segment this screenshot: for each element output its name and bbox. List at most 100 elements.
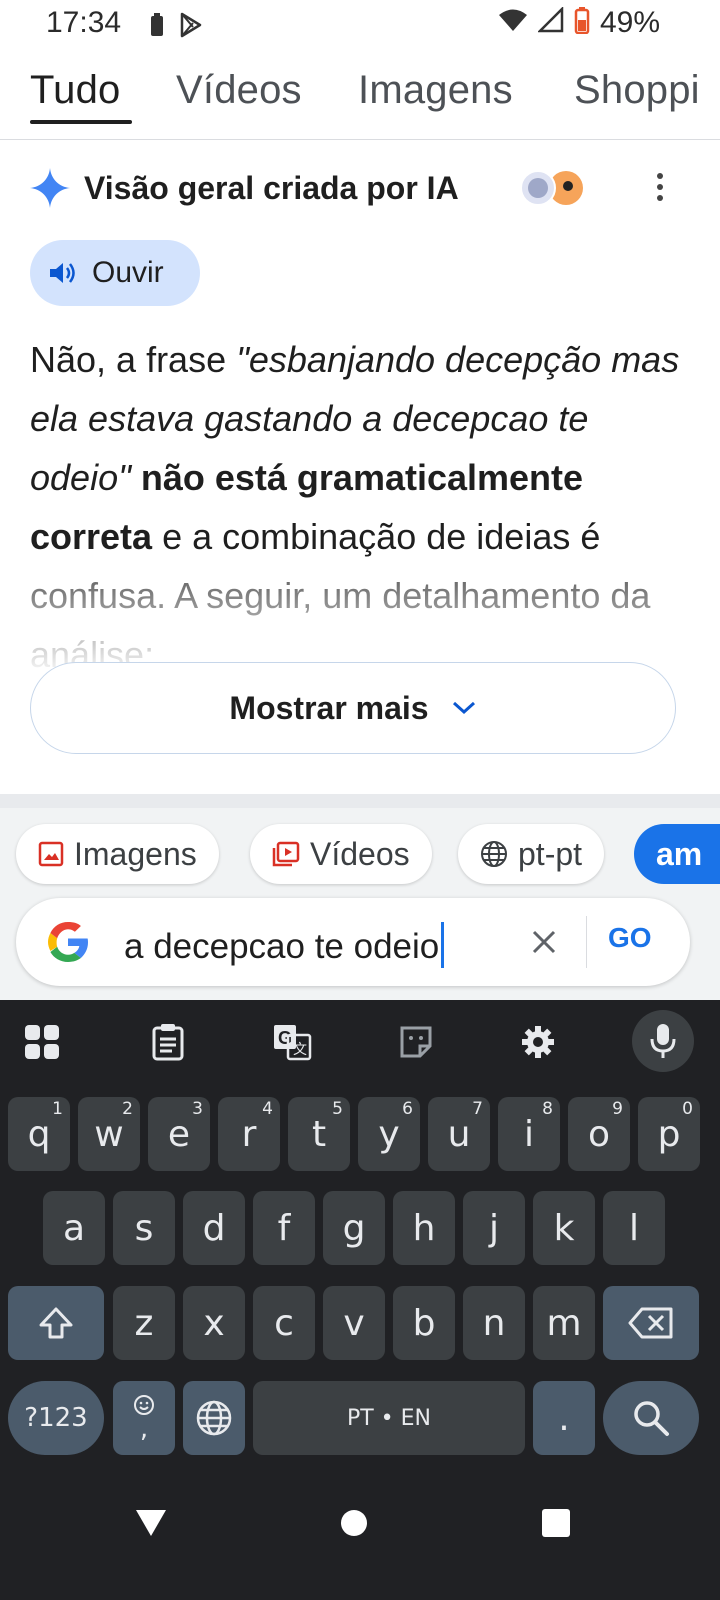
ai-overview-header: Visão geral criada por IA [30, 164, 690, 214]
status-bar: 17:34 49% [0, 0, 720, 52]
tab-shopping[interactable]: Shoppi [574, 68, 700, 113]
backspace-key[interactable] [603, 1286, 699, 1360]
key-u[interactable]: u7 [428, 1097, 490, 1171]
key-z[interactable]: z [113, 1286, 175, 1360]
section-divider [0, 794, 720, 808]
clear-icon[interactable] [522, 920, 566, 964]
key-t[interactable]: t5 [288, 1097, 350, 1171]
search-query: a decepcao te odeio [124, 927, 440, 966]
chip-videos-label: Vídeos [310, 835, 410, 872]
sparkle-icon [30, 168, 70, 208]
listen-button[interactable]: Ouvir [30, 240, 200, 306]
key-c[interactable]: c [253, 1286, 315, 1360]
microphone-icon[interactable] [632, 1010, 694, 1072]
key-h[interactable]: h [393, 1191, 455, 1265]
system-navigation-bar [0, 1490, 720, 1600]
key-i[interactable]: i8 [498, 1097, 560, 1171]
shift-icon [39, 1307, 73, 1339]
key-x[interactable]: x [183, 1286, 245, 1360]
home-icon[interactable] [339, 1508, 369, 1538]
tab-videos[interactable]: Vídeos [176, 68, 302, 113]
key-g[interactable]: g [323, 1191, 385, 1265]
source-avatars-icon[interactable] [518, 168, 588, 208]
keyboard-toolbar: G文 [0, 1000, 720, 1084]
key-m[interactable]: m [533, 1286, 595, 1360]
search-divider [586, 916, 587, 968]
svg-text:G: G [278, 1028, 292, 1048]
speaker-icon [50, 263, 75, 283]
key-y[interactable]: y6 [358, 1097, 420, 1171]
space-key[interactable]: PT • EN [253, 1381, 525, 1455]
key-v[interactable]: v [323, 1286, 385, 1360]
emoji-comma-key[interactable]: , [113, 1381, 175, 1455]
back-icon[interactable] [134, 1508, 168, 1538]
emoji-icon [134, 1395, 154, 1415]
chip-images[interactable]: Imagens [16, 824, 219, 884]
chip-more[interactable]: am [634, 824, 720, 884]
more-options-icon[interactable] [642, 164, 678, 210]
language-key[interactable] [183, 1381, 245, 1455]
clipboard-icon[interactable] [146, 1020, 190, 1064]
globe-icon [481, 841, 507, 867]
show-more-label: Mostrar mais [229, 689, 429, 726]
chip-language-label: pt-pt [518, 835, 583, 872]
key-b[interactable]: b [393, 1286, 455, 1360]
key-j[interactable]: j [463, 1191, 525, 1265]
key-q[interactable]: q1 [8, 1097, 70, 1171]
keyboard: G文 q1 w2 e3 r4 t5 y6 u7 i8 o9 p0 a s d f… [0, 1000, 720, 1490]
battery-percent: 49% [599, 6, 660, 39]
key-r[interactable]: r4 [218, 1097, 280, 1171]
tab-images[interactable]: Imagens [358, 68, 513, 113]
shift-key[interactable] [8, 1286, 104, 1360]
chevron-down-icon [452, 701, 475, 715]
key-w[interactable]: w2 [78, 1097, 140, 1171]
ai-overview-title: Visão geral criada por IA [84, 170, 459, 206]
search-panel: Imagens Vídeos pt-pt am a decepcao te od… [0, 808, 720, 1000]
wifi-icon [499, 9, 527, 31]
settings-icon[interactable] [516, 1020, 560, 1064]
listen-label: Ouvir [92, 256, 164, 289]
play-store-icon [180, 12, 202, 38]
text-cursor [441, 922, 445, 968]
key-o[interactable]: o9 [568, 1097, 630, 1171]
search-key[interactable] [603, 1381, 699, 1455]
search-icon [634, 1401, 669, 1436]
go-button[interactable]: GO [608, 922, 652, 954]
key-d[interactable]: d [183, 1191, 245, 1265]
video-icon [272, 841, 300, 867]
period-key[interactable]: . [533, 1381, 595, 1455]
active-tab-indicator [30, 120, 132, 124]
symbols-key[interactable]: ?123 [8, 1381, 104, 1455]
translate-icon[interactable]: G文 [270, 1020, 314, 1064]
key-n[interactable]: n [463, 1286, 525, 1360]
chip-more-label: am [656, 835, 703, 872]
text-fade-overlay [0, 560, 720, 670]
globe-icon [196, 1400, 232, 1436]
signal-icon [538, 7, 564, 33]
apps-grid-icon[interactable] [20, 1020, 64, 1064]
status-left-icons [150, 12, 204, 38]
chip-language[interactable]: pt-pt [458, 824, 605, 884]
key-p[interactable]: p0 [638, 1097, 700, 1171]
chip-images-label: Imagens [74, 835, 197, 872]
key-k[interactable]: k [533, 1191, 595, 1265]
key-l[interactable]: l [603, 1191, 665, 1265]
search-box[interactable]: a decepcao te odeio GO [16, 898, 690, 986]
backspace-icon [628, 1307, 673, 1339]
battery-small-icon [151, 13, 163, 36]
google-logo-icon [48, 922, 88, 962]
chip-videos[interactable]: Vídeos [250, 824, 432, 884]
show-more-button[interactable]: Mostrar mais [30, 662, 676, 754]
sticker-icon[interactable] [394, 1020, 438, 1064]
key-a[interactable]: a [43, 1191, 105, 1265]
status-right-icons [498, 6, 590, 34]
key-s[interactable]: s [113, 1191, 175, 1265]
key-f[interactable]: f [253, 1191, 315, 1265]
status-time: 17:34 [46, 6, 122, 39]
image-icon [38, 841, 64, 867]
search-input[interactable]: a decepcao te odeio [124, 922, 445, 968]
tab-all[interactable]: Tudo [30, 68, 121, 113]
key-e[interactable]: e3 [148, 1097, 210, 1171]
battery-icon [574, 7, 590, 34]
recents-icon[interactable] [541, 1508, 571, 1538]
